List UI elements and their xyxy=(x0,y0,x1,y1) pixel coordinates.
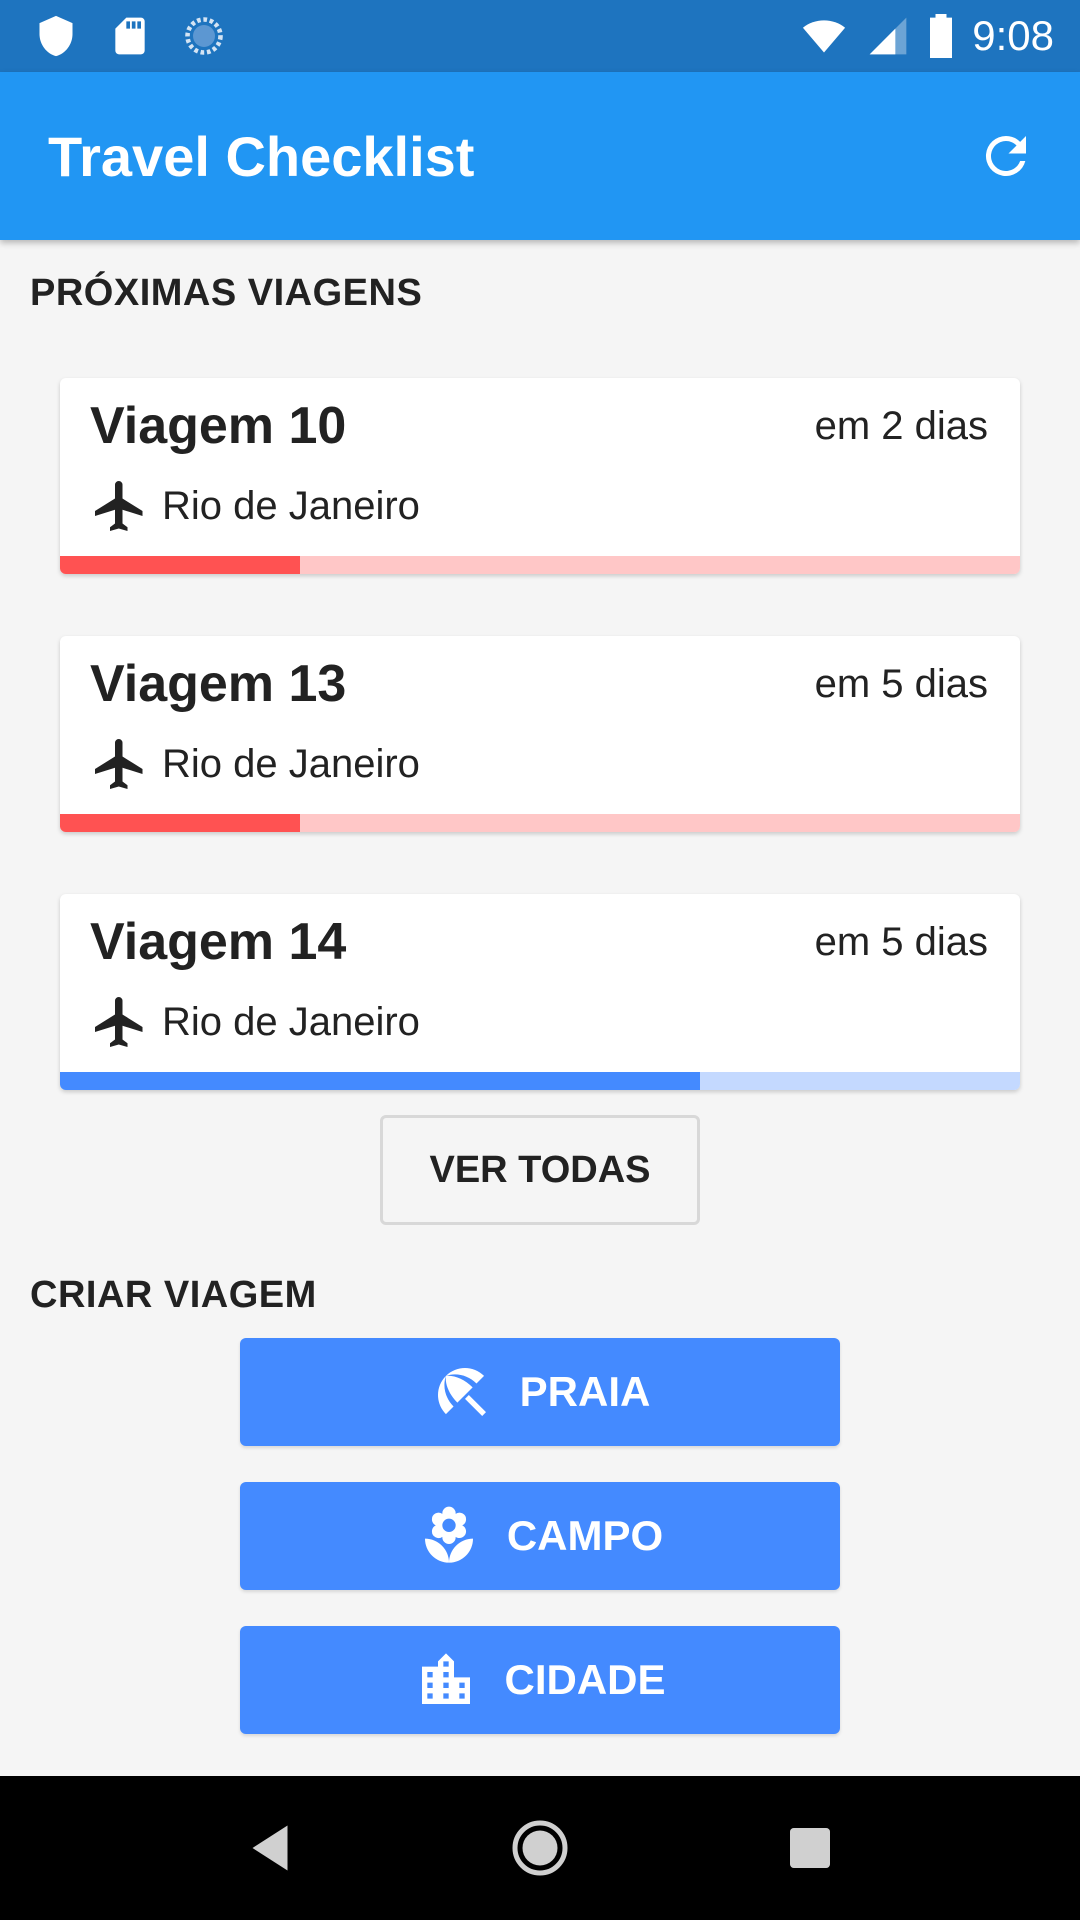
trip-card[interactable]: Viagem 13 em 5 dias Rio de Janeiro xyxy=(60,636,1020,832)
trip-progress-bar xyxy=(60,556,1020,574)
trip-destination: Rio de Janeiro xyxy=(162,1000,420,1044)
create-beach-button[interactable]: PRAIA xyxy=(240,1338,840,1446)
wifi-icon xyxy=(803,20,846,53)
trip-progress-bar xyxy=(60,1072,1020,1090)
recents-icon[interactable] xyxy=(780,1818,840,1878)
sd-card-icon xyxy=(115,17,145,55)
back-icon[interactable] xyxy=(240,1818,300,1878)
status-icons-right: 9:08 xyxy=(798,12,1054,60)
trip-progress-fill xyxy=(60,556,300,574)
status-icons-left xyxy=(34,14,226,58)
create-section-title: CRIAR VIAGEM xyxy=(30,1274,317,1316)
signal-icon xyxy=(869,17,907,55)
beach-umbrella-icon xyxy=(437,1368,486,1416)
trip-card[interactable]: Viagem 10 em 2 dias Rio de Janeiro xyxy=(60,378,1020,574)
see-all-button[interactable]: VER TODAS xyxy=(380,1115,700,1225)
trip-title: Viagem 10 xyxy=(90,397,347,455)
trip-when: em 5 dias xyxy=(814,662,988,706)
trip-when: em 2 dias xyxy=(814,404,988,448)
airplane-icon xyxy=(95,481,143,531)
upcoming-section-title: PRÓXIMAS VIAGENS xyxy=(30,272,423,314)
app-bar: Travel Checklist xyxy=(0,72,1080,240)
status-time: 9:08 xyxy=(972,12,1054,59)
trip-progress-fill xyxy=(60,1072,701,1090)
trip-card[interactable]: Viagem 14 em 5 dias Rio de Janeiro xyxy=(60,894,1020,1090)
create-city-label: CIDADE xyxy=(504,1656,666,1703)
airplane-icon xyxy=(95,997,143,1047)
trip-title: Viagem 13 xyxy=(90,655,347,713)
battery-icon xyxy=(930,14,953,58)
create-countryside-button[interactable]: CAMPO xyxy=(240,1482,840,1590)
create-city-button[interactable]: CIDADE xyxy=(240,1626,840,1734)
status-bar: 9:08 xyxy=(0,0,1080,72)
app-title: Travel Checklist xyxy=(48,125,475,188)
navigation-bar xyxy=(0,1776,1080,1920)
create-beach-label: PRAIA xyxy=(519,1368,651,1415)
trip-destination: Rio de Janeiro xyxy=(162,742,420,786)
refresh-icon[interactable] xyxy=(976,126,1036,186)
trip-when: em 5 dias xyxy=(814,920,988,964)
create-countryside-label: CAMPO xyxy=(506,1512,664,1559)
trip-progress-bar xyxy=(60,814,1020,832)
trip-destination: Rio de Janeiro xyxy=(162,484,420,528)
trip-title: Viagem 14 xyxy=(90,913,347,971)
city-icon xyxy=(422,1653,471,1704)
shield-icon xyxy=(39,15,73,57)
home-icon[interactable] xyxy=(510,1818,570,1878)
airplane-icon xyxy=(95,739,143,789)
trip-progress-fill xyxy=(60,814,300,832)
sync-icon xyxy=(185,17,223,55)
flower-icon xyxy=(424,1506,473,1563)
